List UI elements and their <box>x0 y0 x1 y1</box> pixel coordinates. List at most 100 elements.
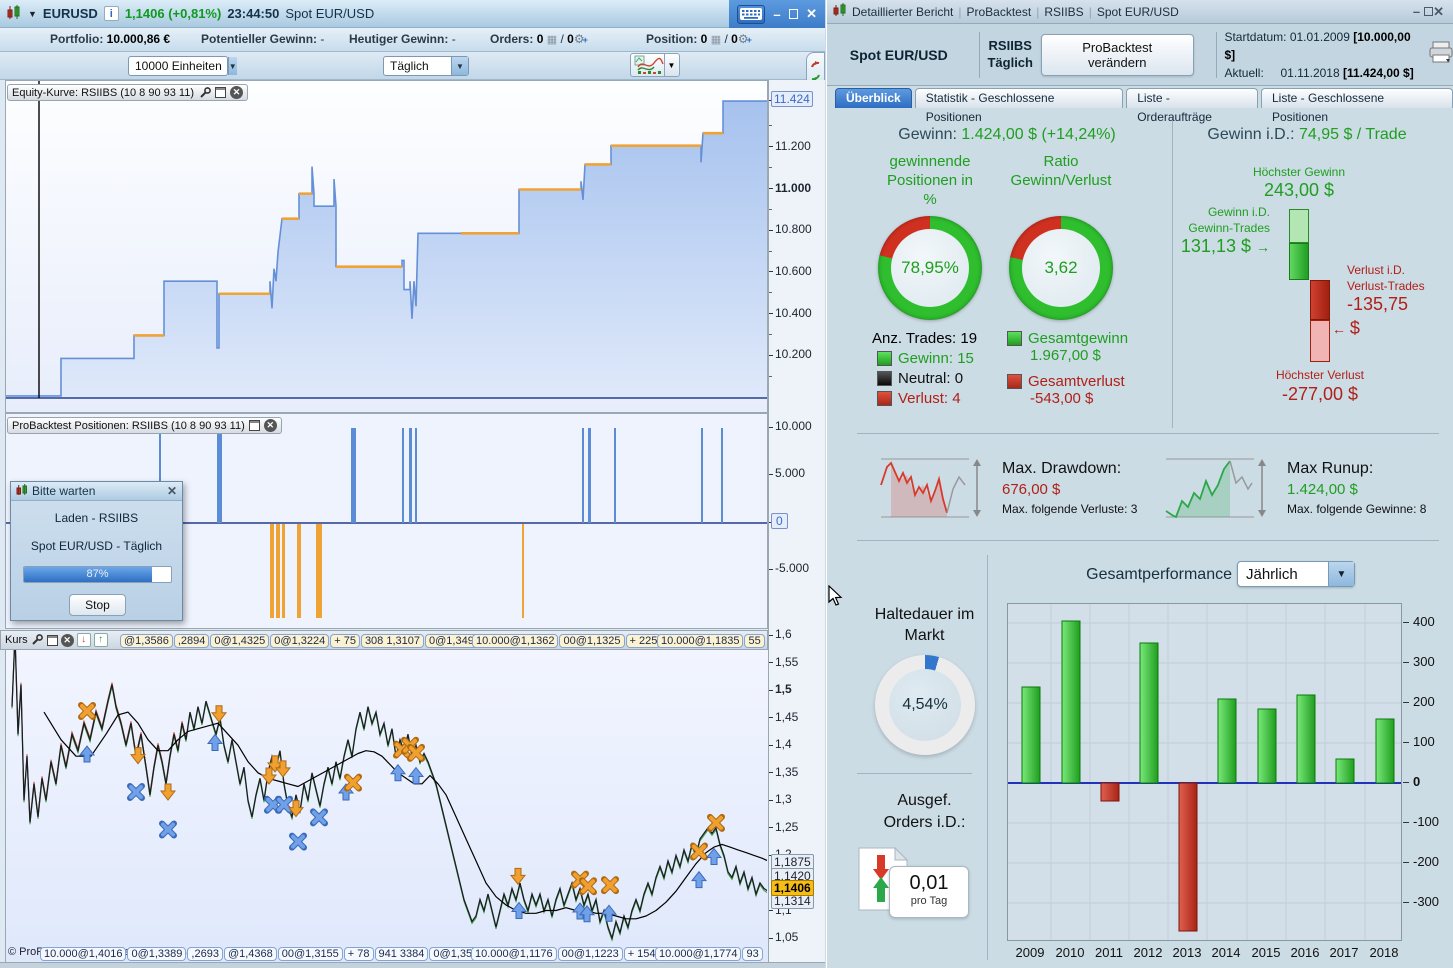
print-icon[interactable] <box>1428 40 1453 69</box>
report-titlebar[interactable]: Detaillierter Bericht | ProBacktest | RSII… <box>827 0 1453 24</box>
order-tag: 0@1,3224 <box>270 634 330 648</box>
close-button[interactable]: ✕ <box>1433 4 1448 19</box>
order-tag: ,2693 <box>187 947 223 961</box>
max-drawdown-sub: Max. folgende Verluste: 3 <box>1002 502 1138 516</box>
order-tag: @1,4368 <box>223 947 277 961</box>
performance-period-dropdown[interactable]: Jährlich ▼ <box>1237 561 1355 587</box>
positions-panel-title: ProBacktest Positionen: RSIIBS (10 8 90 … <box>12 419 245 432</box>
sell-arrow-marker <box>509 867 527 886</box>
axis-label: 1,45 <box>775 709 799 724</box>
axis-minor-tick <box>769 375 772 377</box>
equity-curve-chart[interactable] <box>6 81 768 412</box>
red-legend-swatch <box>1007 374 1022 389</box>
keyboard-icon[interactable] <box>737 4 766 24</box>
order-tag: 10.000@1,1362 <box>472 634 559 648</box>
close-panel-icon[interactable]: ✕ <box>263 419 277 432</box>
symbol-dropdown-caret[interactable]: ▼ <box>28 9 37 19</box>
avg-win-candle-upper <box>1289 209 1309 243</box>
potential-gain-label: Potentieller Gewinn: <box>201 32 318 46</box>
position-close-icon[interactable]: ▦ <box>711 34 721 46</box>
left-titlebar[interactable]: ▼ EURUSD i 1,1406 (+0,81%) 23:44:50 Spot… <box>0 0 825 28</box>
portfolio-bar: Portfolio: 10.000,86 € Potentieller Gewi… <box>0 28 825 52</box>
exit-marker-orange <box>78 702 96 721</box>
order-tag: 0@1,3389 <box>127 947 187 961</box>
annual-year-label: 2014 <box>1211 945 1241 960</box>
minimize-button[interactable]: – <box>1413 4 1424 19</box>
tab-orderauftraege[interactable]: Liste - Orderaufträge <box>1126 88 1258 124</box>
axis-tick <box>769 188 773 189</box>
units-dropdown[interactable]: 10000 Einheiten ▼ <box>128 56 237 76</box>
annual-year-label: 2018 <box>1369 945 1399 960</box>
axis-label: 10.000 <box>775 419 812 433</box>
chart-type-button[interactable]: ▼ <box>630 53 680 77</box>
chart-toolbar: 10000 Einheiten ▼ Täglich ▼ <box>0 52 825 80</box>
position-count2: 0 <box>731 32 738 46</box>
detach-window-icon[interactable] <box>215 87 226 98</box>
axis-tick <box>769 799 773 801</box>
quote-time: 23:44:50 <box>227 6 280 21</box>
axis-tick <box>769 354 773 356</box>
stop-button[interactable]: Stop <box>69 594 126 616</box>
orders-per-day-unit: pro Tag <box>910 895 948 907</box>
price-chart[interactable] <box>6 632 769 960</box>
axis-label: -5.000 <box>775 561 810 575</box>
time-axis-strip[interactable] <box>0 962 825 968</box>
report-header: Spot EUR/USD RSIIBS Täglich ProBacktest v… <box>827 24 1453 86</box>
ratio-label: Ratio Gewinn/Verlust <box>1010 153 1112 189</box>
axis-label: 1,05 <box>775 930 799 945</box>
timeframe-dropdown[interactable]: Täglich ▼ <box>383 56 469 76</box>
close-button[interactable]: ✕ <box>806 6 817 22</box>
positions-panel-header: ProBacktest Positionen: RSIIBS (10 8 90 … <box>7 417 282 434</box>
avg-loss-candle-lower <box>1310 320 1330 362</box>
equity-panel-title: Equity-Kurve: RSIIBS (10 8 90 93 11) <box>12 86 194 99</box>
sell-arrow-marker <box>159 783 177 801</box>
exit-marker-orange <box>601 876 619 895</box>
axis-label: 5.000 <box>775 466 806 480</box>
candlestick-icon <box>833 3 847 20</box>
order-tag: 0@1,4325 <box>210 634 270 648</box>
price-chart-panel[interactable] <box>5 632 769 962</box>
progress-bar: 87% <box>23 566 172 583</box>
axis-tick <box>769 662 773 664</box>
probacktest-change-button[interactable]: ProBacktest verändern <box>1040 33 1194 76</box>
tab-statistik[interactable]: Statistik - Geschlossene Positionen <box>914 88 1124 124</box>
axis-tick <box>1403 861 1409 863</box>
axis-minor-tick <box>769 250 772 252</box>
annual-bar-2018 <box>1375 718 1395 784</box>
verlust-id-trades-value: -135,75 <box>1347 294 1409 314</box>
today-gain-label: Heutiger Gewinn: <box>349 32 449 46</box>
axis-tick <box>1403 621 1409 623</box>
info-icon[interactable]: i <box>103 6 119 21</box>
orders-cancel-icon[interactable]: ▦ <box>547 34 557 46</box>
axis-tick <box>1403 901 1409 903</box>
axis-label: 1,5 <box>775 682 792 697</box>
annual-bar-2017 <box>1335 758 1355 784</box>
axis-tick <box>769 827 773 829</box>
report-title-seg4: Spot EUR/USD <box>1096 4 1179 19</box>
axis-tick <box>769 744 773 746</box>
tab-ueberblick[interactable]: Überblick <box>835 88 912 108</box>
equity-curve-panel[interactable] <box>5 80 768 413</box>
order-tag: 00@1,1223 <box>557 947 623 961</box>
axis-label: 1,3 <box>775 792 792 807</box>
detach-window-icon[interactable] <box>248 420 260 431</box>
maximize-button[interactable] <box>1424 6 1434 16</box>
annual-year-label: 2009 <box>1015 945 1045 960</box>
close-panel-icon[interactable]: ✕ <box>230 86 243 99</box>
chart-type-dropdown-arrow[interactable]: ▼ <box>664 54 678 76</box>
wrench-icon[interactable] <box>198 86 211 99</box>
order-tags-bottom: 10.000@1,4016 0@1,3389,2693 @1,4368 00@1,31… <box>0 944 768 962</box>
tab-geschlossene-positionen[interactable]: Liste - Geschlossene Positionen <box>1261 88 1453 124</box>
gewinn-id-trades-value: 131,13 $ → <box>1180 236 1270 256</box>
gewinn-headline: Gewinn: 1.424,00 $ (+14,24%) <box>898 126 1116 143</box>
minimize-button[interactable]: – <box>773 7 780 22</box>
quote-change: 1,1406 (+0,81%) <box>124 6 222 21</box>
close-icon[interactable]: ✕ <box>167 484 177 498</box>
wait-dialog-titlebar[interactable]: Bitte warten ✕ <box>11 482 182 501</box>
portfolio-value: 10.000,86 € <box>106 32 171 46</box>
report-title-seg2: ProBacktest <box>966 4 1032 19</box>
haltedauer-value: 4,54% <box>902 696 948 713</box>
maximize-button[interactable] <box>788 9 799 19</box>
order-tag: @1,3586 <box>120 634 173 648</box>
axis-minor-tick <box>769 333 772 335</box>
